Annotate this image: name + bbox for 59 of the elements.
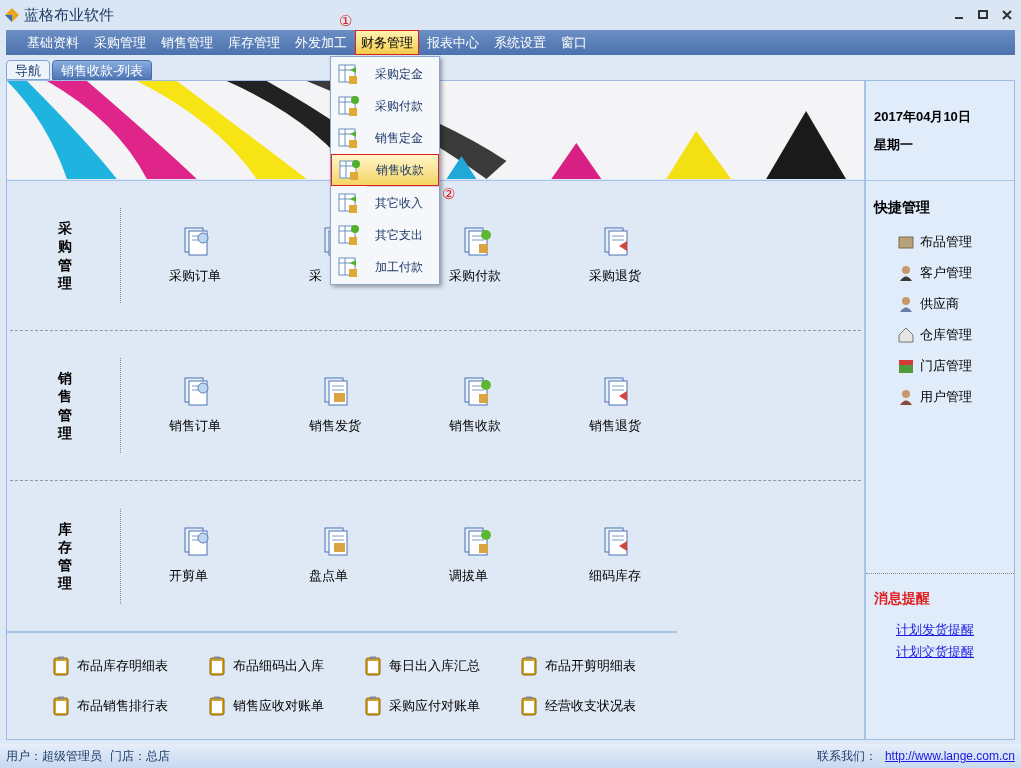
annotation-marker: ① bbox=[339, 11, 352, 31]
messages-title: 消息提醒 bbox=[874, 589, 931, 608]
report-link[interactable]: 每日出入库汇总 bbox=[389, 656, 480, 676]
status-store: 门店：总店 bbox=[110, 748, 170, 765]
website-link[interactable]: http://www.lange.com.cn bbox=[884, 747, 1015, 765]
status-user: 用户：超级管理员 bbox=[6, 748, 102, 765]
window-title: 蓝格布业软件 bbox=[24, 4, 114, 25]
report-link[interactable]: 布品库存明细表 bbox=[77, 656, 168, 676]
section-title: 采购管理 bbox=[58, 219, 72, 292]
annotation-marker: ② bbox=[442, 184, 455, 204]
quick-link[interactable]: 用户管理 bbox=[920, 386, 972, 407]
section-title: 库存管理 bbox=[58, 519, 72, 593]
module-label[interactable]: 盘点单 bbox=[309, 568, 348, 584]
contact-label: 联系我们： bbox=[816, 748, 877, 765]
module-label[interactable]: 销售退货 bbox=[589, 417, 641, 433]
report-link[interactable]: 经营收支状况表 bbox=[545, 696, 636, 716]
report-link[interactable]: 销售应收对账单 bbox=[233, 696, 324, 716]
module-label[interactable]: 销售订单 bbox=[169, 417, 221, 433]
section-title: 销售管理 bbox=[58, 369, 72, 442]
report-link[interactable]: 布品开剪明细表 bbox=[545, 656, 636, 676]
module-label[interactable]: 调拔单 bbox=[449, 568, 488, 584]
dropdown-item[interactable]: 加工付款 bbox=[331, 251, 439, 283]
module-label[interactable]: 采购订单 bbox=[169, 267, 221, 283]
reminder-link[interactable]: 计划交货提醒 bbox=[874, 641, 1014, 663]
menu-item[interactable]: 采购管理 bbox=[87, 29, 153, 56]
dropdown-item[interactable]: 其它收入 bbox=[331, 187, 439, 219]
menu-item[interactable]: 系统设置 bbox=[487, 29, 553, 56]
quick-title: 快捷管理 bbox=[874, 198, 931, 217]
quick-link[interactable]: 仓库管理 bbox=[920, 324, 972, 345]
report-link[interactable]: 布品细码出入库 bbox=[233, 656, 324, 676]
tab[interactable]: 导航 bbox=[6, 60, 50, 80]
dropdown-item[interactable]: 销售定金 bbox=[331, 122, 439, 154]
menu-item[interactable]: 基础资料 bbox=[20, 29, 86, 56]
dropdown-item[interactable]: 其它支出 bbox=[331, 219, 439, 251]
menu-item[interactable]: 窗口 bbox=[554, 29, 594, 56]
menu-item[interactable]: 外发加工 bbox=[288, 29, 354, 56]
menu-item[interactable]: 库存管理 bbox=[221, 29, 287, 56]
dropdown-item[interactable]: 采购定金 bbox=[331, 58, 439, 90]
date-label: 2017年04月10日 bbox=[874, 108, 972, 126]
module-label[interactable]: 采购付款 bbox=[449, 267, 501, 283]
dropdown-item[interactable]: 销售收款 bbox=[331, 154, 439, 186]
module-label[interactable]: 细码库存 bbox=[589, 568, 641, 584]
quick-link[interactable]: 门店管理 bbox=[920, 355, 972, 376]
quick-link[interactable]: 布品管理 bbox=[920, 231, 972, 252]
menu-item[interactable]: 财务管理 bbox=[355, 29, 419, 56]
report-link[interactable]: 布品销售排行表 bbox=[77, 696, 168, 716]
dropdown-item[interactable]: 采购付款 bbox=[331, 90, 439, 122]
module-label[interactable]: 采 bbox=[309, 267, 322, 283]
report-link[interactable]: 采购应付对账单 bbox=[389, 696, 480, 716]
quick-link[interactable]: 客户管理 bbox=[920, 262, 972, 283]
menu-item[interactable]: 销售管理 bbox=[154, 29, 220, 56]
module-label[interactable]: 开剪单 bbox=[169, 568, 208, 584]
module-label[interactable]: 销售发货 bbox=[309, 417, 361, 433]
menu-item[interactable]: 报表中心 bbox=[420, 29, 486, 56]
module-label[interactable]: 销售收款 bbox=[449, 417, 501, 433]
module-label[interactable]: 采购退货 bbox=[589, 267, 641, 283]
quick-link[interactable]: 供应商 bbox=[920, 293, 959, 314]
reminder-link[interactable]: 计划发货提醒 bbox=[874, 619, 1014, 641]
weekday-label: 星期一 bbox=[874, 135, 914, 154]
